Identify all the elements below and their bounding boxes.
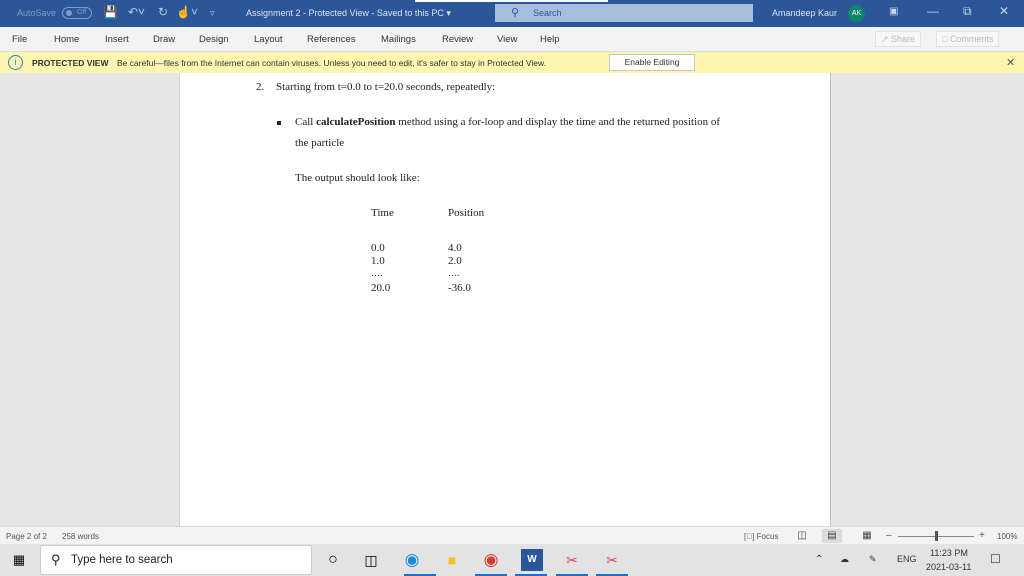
zoom-in-icon[interactable]: + — [979, 530, 985, 541]
close-bar-icon[interactable]: ✕ — [1006, 56, 1015, 69]
tab-design[interactable]: Design — [199, 34, 229, 45]
taskbar-search-input[interactable]: ⚲ Type here to search — [40, 545, 312, 575]
table-cell: 0.0 — [371, 242, 385, 254]
minimize-icon[interactable]: — — [927, 4, 939, 18]
table-cell: 20.0 — [371, 282, 391, 294]
save-icon[interactable]: 💾 — [103, 5, 118, 19]
print-layout-icon[interactable]: ▤ — [822, 529, 842, 543]
list-number: 2. — [256, 81, 265, 93]
comment-icon: □ — [942, 34, 950, 44]
tab-home[interactable]: Home — [54, 34, 79, 45]
show-hidden-icons[interactable]: ⌃ — [815, 554, 823, 565]
bullet-icon — [277, 121, 281, 125]
zoom-level[interactable]: 100% — [997, 532, 1017, 541]
customize-qat-icon[interactable]: ▿ — [210, 8, 215, 19]
read-mode-icon[interactable]: ◫ — [792, 529, 812, 543]
info-icon: i — [8, 55, 23, 70]
clock-time[interactable]: 11:23 PM — [930, 548, 968, 558]
method-name: calculatePosition — [316, 116, 396, 128]
protected-view-bar: i PROTECTED VIEW Be careful—files from t… — [0, 52, 1024, 73]
table-header-position: Position — [448, 207, 485, 219]
tab-insert[interactable]: Insert — [105, 34, 129, 45]
table-cell: 1.0 — [371, 255, 385, 267]
document-page[interactable]: 2. Starting from t=0.0 to t=20.0 seconds… — [179, 73, 831, 526]
tab-file[interactable]: File — [12, 34, 27, 45]
comments-button[interactable]: □ Comments — [936, 31, 1000, 47]
enable-editing-button[interactable]: Enable Editing — [609, 54, 695, 71]
table-cell: …. — [448, 268, 460, 278]
search-placeholder: Search — [533, 8, 562, 18]
autosave-label: AutoSave — [17, 8, 57, 18]
clock-date[interactable]: 2021-03-11 — [926, 562, 971, 572]
close-icon[interactable]: ✕ — [999, 4, 1009, 18]
focus-button[interactable]: [⃢] Focus — [744, 532, 778, 541]
cortana-icon[interactable]: ○ — [322, 549, 344, 571]
share-button[interactable]: ↗ Share — [875, 31, 922, 47]
table-header-time: Time — [371, 207, 394, 219]
document-title[interactable]: Assignment 2 - Protected View - Saved to… — [246, 8, 451, 19]
language-indicator[interactable]: ENG — [897, 554, 917, 564]
file-explorer-icon[interactable]: ■ — [441, 549, 463, 571]
window-accent — [415, 0, 608, 2]
autosave-toggle[interactable]: Off — [62, 7, 92, 19]
avatar[interactable]: AK — [848, 5, 865, 22]
table-cell: …. — [371, 268, 383, 278]
focus-label: Focus — [756, 532, 779, 541]
bullet-text-line2: the particle — [295, 137, 345, 149]
zoom-slider-thumb[interactable] — [935, 531, 938, 541]
snip-sketch-icon[interactable]: ✂ — [601, 549, 623, 571]
tab-view[interactable]: View — [497, 34, 517, 45]
undo-icon[interactable]: ↶˅ — [128, 5, 145, 19]
tab-help[interactable]: Help — [540, 34, 560, 45]
page-count[interactable]: Page 2 of 2 — [6, 532, 47, 541]
taskbar: ▦ ⚲ Type here to search ○ ◫ ◉ ■ ◉ W ✂ ✂ … — [0, 544, 1024, 576]
table-cell: 2.0 — [448, 255, 462, 267]
tab-draw[interactable]: Draw — [153, 34, 175, 45]
list-item-text: Starting from t=0.0 to t=20.0 seconds, r… — [276, 81, 496, 93]
search-icon: ⚲ — [51, 552, 61, 567]
zoom-out-icon[interactable]: – — [886, 530, 892, 541]
tab-layout[interactable]: Layout — [254, 34, 283, 45]
output-intro: The output should look like: — [295, 172, 420, 184]
touch-mode-icon[interactable]: ☝˅ — [176, 5, 198, 19]
restore-icon[interactable]: ⧉ — [963, 4, 972, 19]
onedrive-icon[interactable]: ☁ — [840, 554, 849, 565]
share-icon: ↗ — [881, 34, 892, 44]
search-icon: ⚲ — [511, 7, 520, 19]
protected-view-label: PROTECTED VIEW — [32, 58, 109, 68]
bullet-rest: method using a for-loop and display the … — [395, 116, 721, 128]
share-label: Share — [891, 34, 916, 44]
ribbon-tabs: File Home Insert Draw Design Layout Refe… — [0, 27, 1024, 52]
windows-start-icon[interactable]: ▦ — [8, 549, 30, 571]
user-name[interactable]: Amandeep Kaur — [772, 8, 837, 18]
ribbon-display-icon[interactable]: ▣ — [889, 6, 898, 17]
bullet-text: Call calculatePosition method using a fo… — [295, 116, 720, 128]
task-view-icon[interactable]: ◫ — [360, 549, 382, 571]
title-bar: AutoSave Off 💾 ↶˅ ↻ ☝˅ ▿ Assignment 2 - … — [0, 0, 1024, 27]
snipping-tool-icon[interactable]: ✂ — [561, 549, 583, 571]
web-layout-icon[interactable]: ▦ — [857, 529, 877, 543]
focus-icon: [⃢] — [744, 532, 757, 541]
status-bar: Page 2 of 2 258 words [⃢] Focus ◫ ▤ ▦ – … — [0, 526, 1024, 544]
search-input[interactable]: ⚲ Search — [495, 4, 753, 22]
tab-mailings[interactable]: Mailings — [381, 34, 416, 45]
redo-icon[interactable]: ↻ — [158, 5, 168, 19]
word-count[interactable]: 258 words — [62, 532, 99, 541]
comments-label: Comments — [949, 34, 994, 44]
taskbar-search-placeholder: Type here to search — [71, 554, 173, 566]
document-canvas: 2. Starting from t=0.0 to t=20.0 seconds… — [0, 73, 1024, 526]
bullet-prefix: Call — [295, 116, 317, 128]
pen-icon[interactable]: ✎ — [869, 554, 877, 565]
word-icon[interactable]: W — [521, 549, 543, 571]
protected-view-message: Be careful—files from the Internet can c… — [117, 58, 547, 68]
table-cell: -36.0 — [448, 282, 471, 294]
chrome-icon[interactable]: ◉ — [480, 549, 502, 571]
tab-references[interactable]: References — [307, 34, 356, 45]
edge-icon[interactable]: ◉ — [401, 549, 423, 571]
notifications-icon[interactable]: ☐ — [990, 552, 1001, 566]
table-cell: 4.0 — [448, 242, 462, 254]
tab-review[interactable]: Review — [442, 34, 473, 45]
